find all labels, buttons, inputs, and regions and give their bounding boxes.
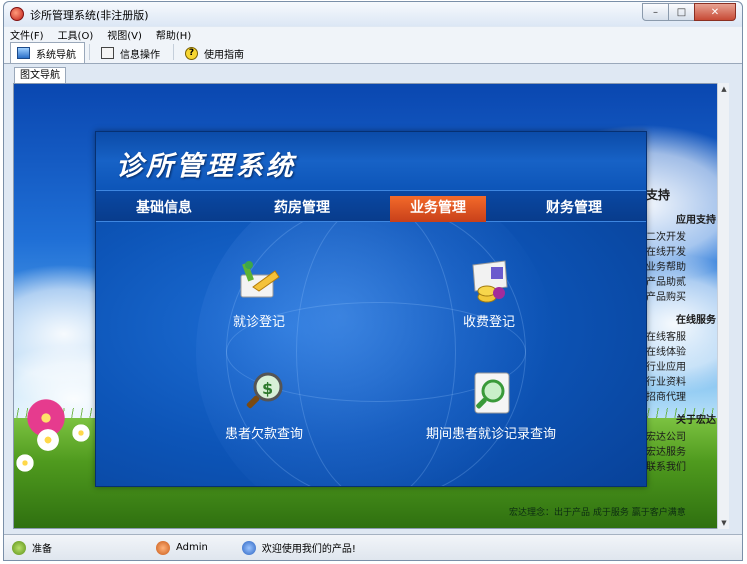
support-link[interactable]: 二次开发 [646,230,720,245]
support-link[interactable]: 在线客服 [646,330,720,345]
users-icon [241,540,256,555]
func-record-search[interactable]: 期间患者就诊记录查询 [406,369,576,442]
tab-graphic-nav[interactable]: 图文导航 [14,67,66,83]
menu-file[interactable]: 文件(F) [10,27,44,42]
maximize-button[interactable]: □ [668,3,695,21]
func-registration[interactable]: 就诊登记 [214,257,304,330]
main-nav-panel: 诊所管理系统 基础信息 药房管理 业务管理 财务管理 就诊登记 收费登记 $ 患… [95,131,647,487]
support-link[interactable]: 行业资料 [646,375,720,390]
func-registration-label: 就诊登记 [232,315,285,330]
func-record-search-label: 期间患者就诊记录查询 [425,427,556,442]
module-nav: 基础信息 药房管理 业务管理 财务管理 [96,190,646,222]
status-message-text: 欢迎使用我们的产品! [261,544,356,555]
section-title: 关于宏达 [676,415,716,426]
menu-help[interactable]: 帮助(H) [156,27,191,42]
nav-finance[interactable]: 财务管理 [526,196,622,222]
section-title: 应用支持 [676,215,716,226]
support-heading: 支持 [646,188,671,202]
support-link[interactable]: 产品购买 [646,290,720,305]
app-window: 诊所管理系统(非注册版) – □ ✕ 文件(F) 工具(O) 视图(V) 帮助(… [3,1,743,561]
support-link[interactable]: 宏达服务 [646,445,720,460]
registration-icon [235,257,283,305]
func-debt-search[interactable]: $ 患者欠款查询 [204,369,324,442]
func-charge-label: 收费登记 [462,315,515,330]
title-bar: 诊所管理系统(非注册版) – □ ✕ [4,2,742,26]
company-slogan: 宏达理念：出于产品 成于服务 赢于客户满意 [509,508,686,518]
panel-title: 诊所管理系统 [116,151,296,182]
status-user-text: Admin [176,542,208,553]
menu-view[interactable]: 视图(V) [107,27,142,42]
flower-image [70,424,92,442]
content-tabs: 图文导航 [10,65,736,83]
menu-bar: 文件(F) 工具(O) 视图(V) 帮助(H) [4,27,742,42]
help-icon: ? [185,46,198,60]
record-search-icon [467,369,515,417]
toolbar: 系统导航 信息操作 ? 使用指南 [4,42,742,64]
status-ready: 准备 [12,540,52,555]
charge-icon [465,257,513,305]
toolbar-separator [173,44,174,60]
func-debt-search-label: 患者欠款查询 [224,427,303,442]
support-link[interactable]: 在线体验 [646,345,720,360]
tab-system-nav-label: 系统导航 [36,49,76,61]
support-link[interactable]: 招商代理 [646,390,720,405]
ready-icon [12,540,26,555]
status-bar: 准备 Admin 欢迎使用我们的产品! [4,534,742,560]
status-ready-text: 准备 [32,544,52,555]
tab-info-ops[interactable]: 信息操作 [94,42,169,63]
support-link[interactable]: 联系我们 [646,460,720,475]
support-link[interactable]: 产品助贰 [646,275,720,290]
support-link[interactable]: 业务帮助 [646,260,720,275]
status-user: Admin [156,540,208,555]
window-controls: – □ ✕ [642,3,736,21]
vertical-scrollbar[interactable]: ▲ ▼ [717,83,729,529]
monitor-icon [17,47,30,59]
support-link[interactable]: 行业应用 [646,360,720,375]
nav-business[interactable]: 业务管理 [390,196,486,222]
tab-user-guide[interactable]: ? 使用指南 [178,42,253,63]
minimize-button[interactable]: – [642,3,669,21]
status-message: 欢迎使用我们的产品! [241,540,356,555]
func-charge[interactable]: 收费登记 [444,257,534,330]
nav-pharmacy[interactable]: 药房管理 [254,196,350,222]
scroll-down-arrow-icon[interactable]: ▼ [718,517,730,529]
menu-tools[interactable]: 工具(O) [58,27,94,42]
flower-image [14,454,36,472]
flower-image [34,429,62,451]
tab-system-nav[interactable]: 系统导航 [10,42,85,63]
graphic-nav-view: 支持 应用支持 二次开发 在线开发 业务帮助 产品助贰 产品购买 在线服务 在线… [13,83,721,529]
user-icon [156,540,170,555]
nav-basic-info[interactable]: 基础信息 [116,196,212,222]
document-icon [101,47,114,59]
support-link[interactable]: 宏达公司 [646,430,720,445]
svg-text:$: $ [262,379,273,398]
support-sidebar: 支持 应用支持 二次开发 在线开发 业务帮助 产品助贰 产品购买 在线服务 在线… [646,182,720,512]
section-title: 在线服务 [676,315,716,326]
support-link[interactable]: 在线开发 [646,245,720,260]
tab-info-ops-label: 信息操作 [120,49,160,61]
app-logo-icon [10,7,24,21]
window-title: 诊所管理系统(非注册版) [30,9,149,22]
close-button[interactable]: ✕ [694,3,736,21]
debt-search-icon: $ [240,369,288,417]
tab-user-guide-label: 使用指南 [204,49,244,61]
toolbar-separator [89,44,90,60]
scroll-up-arrow-icon[interactable]: ▲ [718,83,730,95]
